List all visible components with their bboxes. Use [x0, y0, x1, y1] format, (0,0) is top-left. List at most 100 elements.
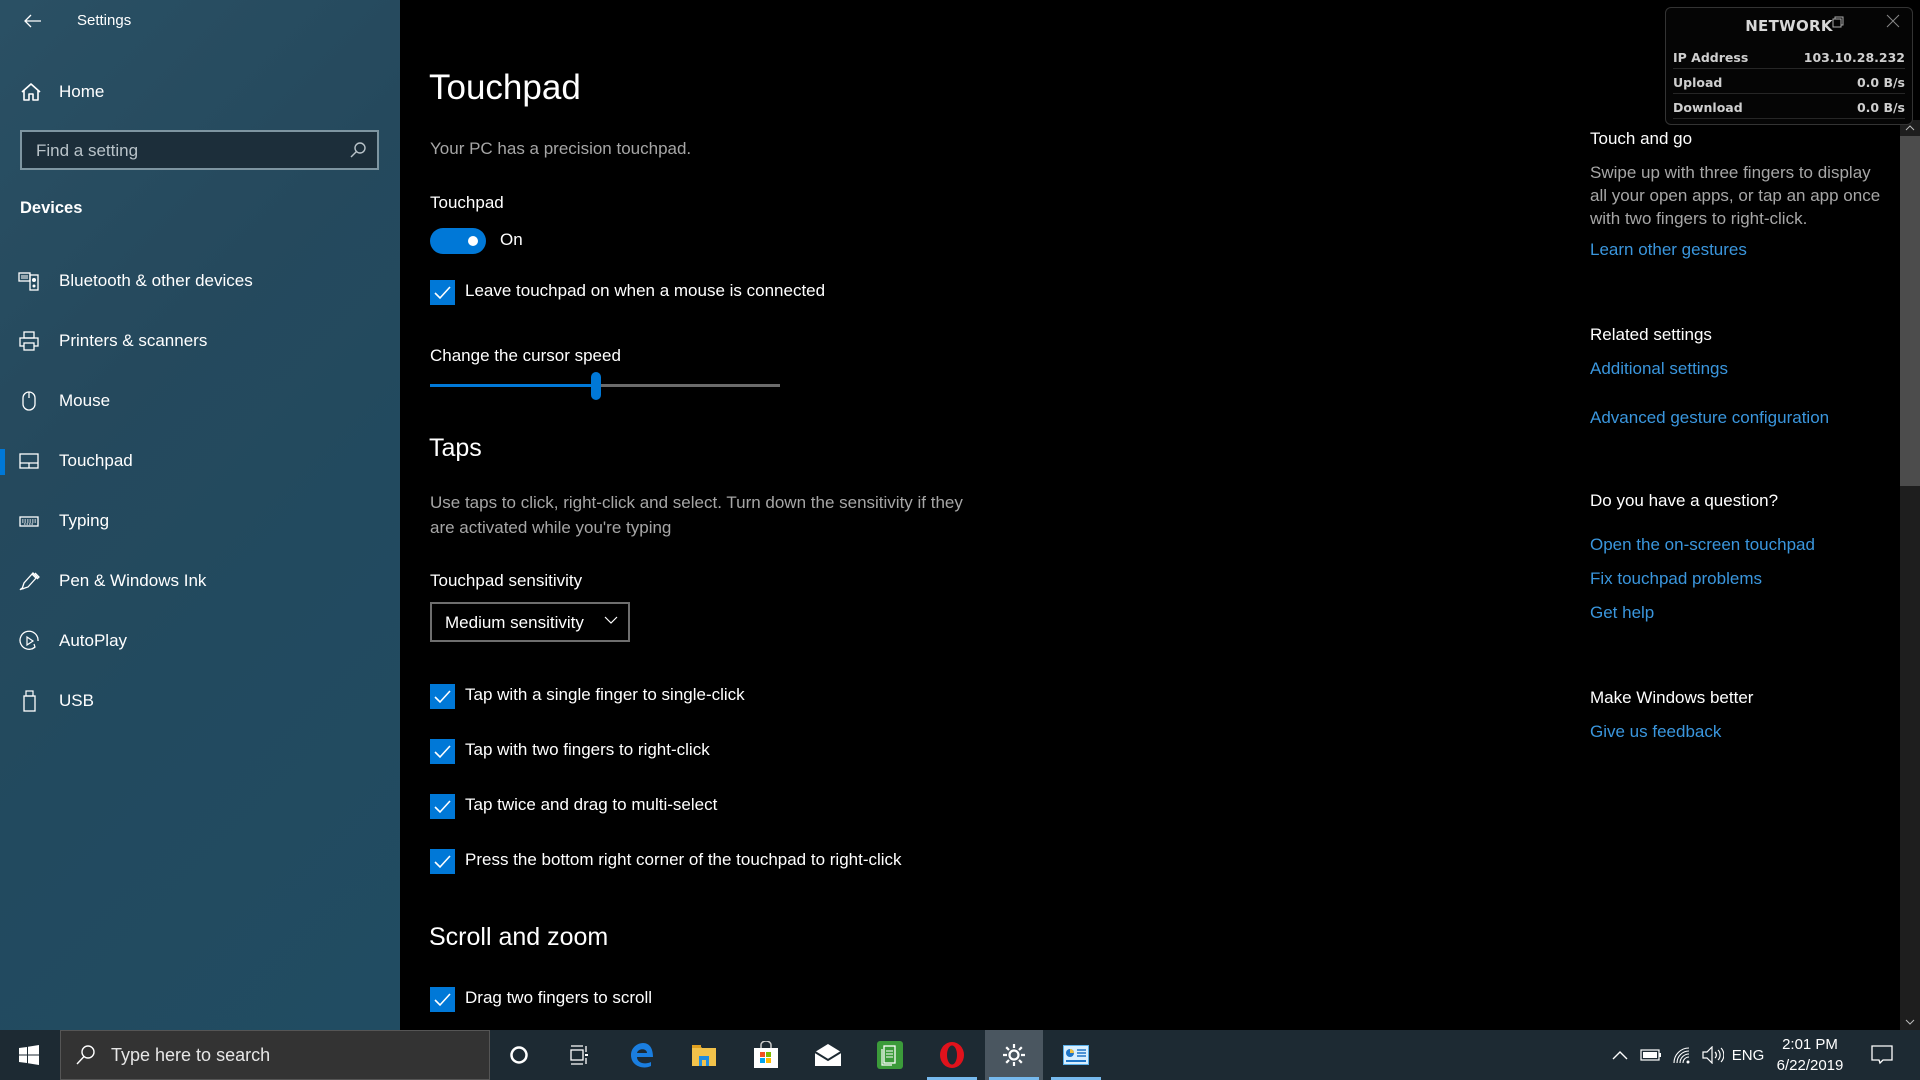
dropdown-value: Medium sensitivity [445, 613, 584, 632]
checkbox-box [430, 987, 455, 1012]
control-panel-icon [1063, 1045, 1089, 1065]
taps-heading: Taps [429, 434, 482, 462]
sidebar-item-mouse[interactable]: Mouse [0, 379, 400, 423]
chevron-down-icon [1905, 1019, 1915, 1025]
learn-other-gestures-link[interactable]: Learn other gestures [1590, 240, 1747, 260]
touch-and-go-text-line1: Swipe up with three fingers to display [1590, 163, 1871, 182]
edge-icon [631, 1043, 653, 1068]
bluetooth-devices-icon [18, 272, 39, 291]
sensitivity-label: Touchpad sensitivity [430, 571, 583, 590]
close-icon[interactable] [1886, 14, 1900, 28]
checkbox-label: Press the bottom right corner of the tou… [465, 850, 902, 869]
wifi-button[interactable] [1667, 1030, 1697, 1080]
settings-sidebar: Settings Home Find a setting Devices Blu… [0, 0, 400, 1030]
network-row-download: Download 0.0 B/s [1673, 95, 1905, 119]
clock[interactable]: 2:01 PM 6/22/2019 [1765, 1034, 1855, 1076]
autoplay-icon [19, 630, 39, 650]
give-feedback-link[interactable]: Give us feedback [1590, 722, 1721, 742]
checkmark-icon [434, 800, 451, 814]
clock-date: 6/22/2019 [1776, 1057, 1844, 1074]
notes-app-icon [877, 1041, 903, 1069]
taskbar: Type here to search ENG 2:01 PM 6/22/201… [0, 1030, 1920, 1080]
control-panel-taskbar-button[interactable] [1047, 1030, 1105, 1080]
checkbox-label: Drag two fingers to scroll [465, 988, 653, 1007]
checkmark-icon [434, 286, 451, 300]
checkbox-box [430, 280, 455, 305]
notification-icon [1871, 1045, 1893, 1065]
network-widget-title: NETWORK [1745, 17, 1833, 35]
sidebar-item-bluetooth[interactable]: Bluetooth & other devices [0, 259, 400, 303]
network-row-ip: IP Address 103.10.28.232 [1673, 45, 1905, 69]
sidebar-item-label: Bluetooth & other devices [59, 271, 253, 290]
network-widget: NETWORK IP Address 103.10.28.232 Upload … [1665, 7, 1913, 125]
opera-taskbar-button[interactable] [923, 1030, 981, 1080]
selected-indicator [0, 449, 5, 475]
touch-and-go-text-line2: all your open apps, or tap an app once [1590, 186, 1881, 205]
scroll-down-button[interactable] [1900, 1014, 1920, 1030]
task-view-button[interactable] [551, 1030, 609, 1080]
taps-description-line2: are activated while you're typing [430, 518, 672, 537]
sidebar-item-label: Pen & Windows Ink [59, 571, 207, 590]
cursor-speed-label: Change the cursor speed [430, 346, 621, 365]
related-settings-heading: Related settings [1590, 325, 1712, 344]
wifi-icon [1673, 1047, 1690, 1064]
sidebar-item-printers[interactable]: Printers & scanners [0, 319, 400, 363]
show-hidden-icons-button[interactable] [1605, 1030, 1635, 1080]
settings-taskbar-button[interactable] [985, 1030, 1043, 1080]
mouse-icon [22, 391, 36, 411]
get-help-link[interactable]: Get help [1590, 603, 1654, 623]
touchpad-icon [19, 453, 39, 469]
language-indicator[interactable]: ENG [1730, 1030, 1766, 1080]
cortana-button[interactable] [490, 1030, 548, 1080]
store-taskbar-button[interactable] [737, 1030, 795, 1080]
toggle-knob [468, 236, 478, 246]
network-key: Upload [1673, 75, 1723, 90]
checkbox-label: Leave touchpad on when a mouse is connec… [465, 281, 826, 300]
sidebar-item-typing[interactable]: Typing [0, 499, 400, 543]
search-icon [76, 1045, 95, 1065]
pen-icon [19, 572, 40, 591]
checkbox-box [430, 739, 455, 764]
sidebar-item-autoplay[interactable]: AutoPlay [0, 619, 400, 663]
network-key: IP Address [1673, 50, 1749, 65]
sensitivity-dropdown[interactable]: Medium sensitivity [430, 602, 630, 642]
green-notes-app-taskbar-button[interactable] [861, 1030, 919, 1080]
gear-icon [1003, 1044, 1025, 1066]
back-arrow-icon [24, 14, 41, 28]
home-nav-item[interactable]: Home [0, 74, 400, 110]
additional-settings-link[interactable]: Additional settings [1590, 359, 1728, 379]
action-center-button[interactable] [1862, 1030, 1902, 1080]
page-title: Touchpad [429, 68, 581, 107]
checkbox-label: Tap with a single finger to single-click [465, 685, 745, 704]
start-button[interactable] [0, 1030, 58, 1080]
taps-description-line1: Use taps to click, right-click and selec… [430, 493, 963, 512]
fix-touchpad-problems-link[interactable]: Fix touchpad problems [1590, 569, 1762, 589]
scrollbar-thumb[interactable] [1900, 136, 1920, 486]
battery-button[interactable] [1636, 1030, 1666, 1080]
sidebar-item-pen[interactable]: Pen & Windows Ink [0, 559, 400, 603]
find-setting-input[interactable]: Find a setting [20, 130, 379, 170]
back-button[interactable] [20, 8, 46, 34]
open-onscreen-touchpad-link[interactable]: Open the on-screen touchpad [1590, 535, 1815, 555]
question-heading: Do you have a question? [1590, 491, 1779, 510]
taskbar-search-placeholder: Type here to search [111, 1045, 271, 1065]
cursor-speed-slider[interactable] [430, 372, 780, 406]
main-content: Touchpad Your PC has a precision touchpa… [400, 0, 1900, 1030]
slider-thumb[interactable] [591, 372, 601, 400]
taskbar-search-box[interactable]: Type here to search [60, 1030, 490, 1080]
main-scrollbar[interactable] [1900, 120, 1920, 1030]
app-title: Settings [77, 12, 132, 29]
volume-button[interactable] [1697, 1030, 1729, 1080]
sidebar-item-touchpad[interactable]: Touchpad [0, 439, 400, 483]
mail-taskbar-button[interactable] [799, 1030, 857, 1080]
checkmark-icon [434, 993, 451, 1007]
advanced-gesture-configuration-link[interactable]: Advanced gesture configuration [1590, 408, 1829, 428]
touchpad-toggle[interactable] [430, 228, 486, 254]
file-explorer-taskbar-button[interactable] [675, 1030, 733, 1080]
keyboard-icon [19, 516, 39, 527]
battery-icon [1640, 1049, 1661, 1061]
edge-taskbar-button[interactable] [613, 1030, 671, 1080]
restore-icon[interactable] [1832, 16, 1844, 28]
checkmark-icon [434, 855, 451, 869]
sidebar-item-usb[interactable]: USB [0, 679, 400, 723]
